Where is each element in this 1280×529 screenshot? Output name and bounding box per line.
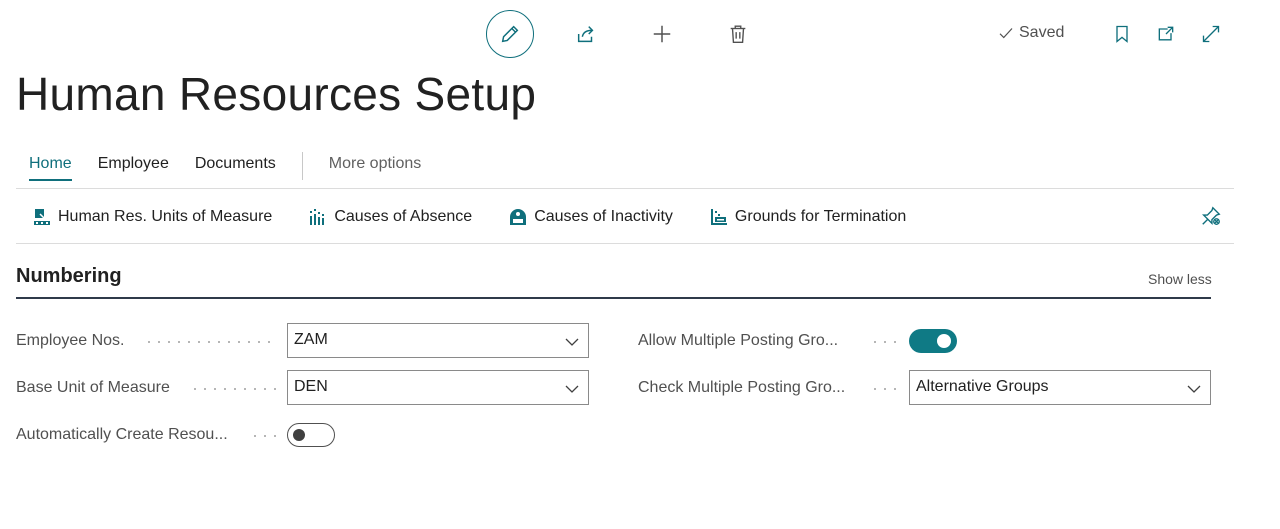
tabs-divider — [16, 188, 1234, 189]
action-label: Human Res. Units of Measure — [58, 208, 273, 225]
action-label: Grounds for Termination — [734, 208, 907, 225]
leader-dots — [190, 388, 276, 390]
page: Saved Human Resources Setup Home Employe… — [0, 0, 1280, 529]
leader-dots — [870, 341, 900, 343]
tab-documents[interactable]: Documents — [195, 155, 276, 177]
edit-button[interactable] — [486, 10, 534, 58]
check-multiple-posting-groups-field[interactable]: Alternative Groups — [909, 370, 1211, 405]
section-divider — [16, 297, 1211, 299]
base-unit-of-measure-value: DEN — [294, 378, 328, 395]
units-of-measure-icon — [32, 207, 52, 227]
top-toolbar: Saved — [0, 10, 1280, 58]
expand-icon — [1202, 25, 1220, 43]
open-new-window-icon — [1158, 26, 1174, 41]
toggle-knob — [937, 334, 951, 348]
leader-dots — [870, 388, 900, 390]
causes-of-inactivity-icon — [508, 207, 528, 227]
share-button[interactable] — [562, 10, 610, 58]
employee-nos-label: Employee Nos. — [16, 332, 125, 349]
tab-home[interactable]: Home — [29, 155, 72, 181]
tab-employee[interactable]: Employee — [98, 155, 169, 177]
bookmark-icon — [1116, 25, 1128, 43]
checkmark-icon — [999, 28, 1013, 39]
base-unit-of-measure-label: Base Unit of Measure — [16, 379, 170, 396]
pencil-icon — [501, 25, 519, 43]
allow-multiple-posting-groups-toggle[interactable] — [909, 329, 957, 353]
open-new-window-button[interactable] — [1142, 10, 1190, 58]
plus-icon — [653, 25, 671, 43]
human-res-units-of-measure-action[interactable]: Human Res. Units of Measure — [32, 207, 272, 227]
show-less-link[interactable]: Show less — [1148, 271, 1212, 287]
auto-create-resource-toggle[interactable] — [287, 423, 335, 447]
causes-of-absence-action[interactable]: Causes of Absence — [308, 207, 472, 227]
causes-of-absence-icon — [308, 207, 328, 227]
pin-icon — [1202, 206, 1221, 225]
check-multiple-posting-groups-value: Alternative Groups — [916, 378, 1049, 395]
chevron-down-icon — [1187, 385, 1201, 393]
section-title-numbering[interactable]: Numbering — [16, 265, 122, 288]
allow-multiple-posting-groups-label: Allow Multiple Posting Gro... — [638, 332, 839, 349]
action-label: Causes of Absence — [334, 208, 473, 225]
chevron-down-icon — [565, 338, 579, 346]
employee-nos-field[interactable]: ZAM — [287, 323, 589, 358]
saved-label: Saved — [1019, 24, 1065, 41]
causes-of-inactivity-action[interactable]: Causes of Inactivity — [508, 207, 673, 227]
pin-action-bar-button[interactable] — [1200, 205, 1222, 227]
action-bar: Human Res. Units of Measure Causes of Ab… — [32, 202, 942, 232]
toggle-knob — [293, 429, 305, 441]
leader-dots — [144, 341, 276, 343]
expand-button[interactable] — [1187, 10, 1235, 58]
share-icon — [577, 26, 594, 43]
base-unit-of-measure-field[interactable]: DEN — [287, 370, 589, 405]
tab-more-options[interactable]: More options — [329, 155, 422, 177]
action-tabs: Home Employee Documents More options — [29, 150, 447, 182]
bookmark-button[interactable] — [1098, 10, 1146, 58]
saved-status: Saved — [997, 24, 1064, 42]
tab-separator — [301, 152, 303, 180]
trash-icon — [730, 25, 746, 43]
chevron-down-icon — [565, 385, 579, 393]
action-label: Causes of Inactivity — [534, 208, 673, 225]
check-multiple-posting-groups-label: Check Multiple Posting Gro... — [638, 379, 846, 396]
delete-button[interactable] — [714, 10, 762, 58]
page-title: Human Resources Setup — [16, 68, 537, 120]
auto-create-resource-label: Automatically Create Resou... — [16, 426, 228, 443]
new-button[interactable] — [638, 10, 686, 58]
leader-dots — [250, 435, 276, 437]
grounds-for-termination-action[interactable]: Grounds for Termination — [709, 207, 906, 227]
employee-nos-value: ZAM — [294, 331, 328, 348]
actions-divider — [16, 243, 1234, 244]
grounds-for-termination-icon — [709, 207, 729, 227]
